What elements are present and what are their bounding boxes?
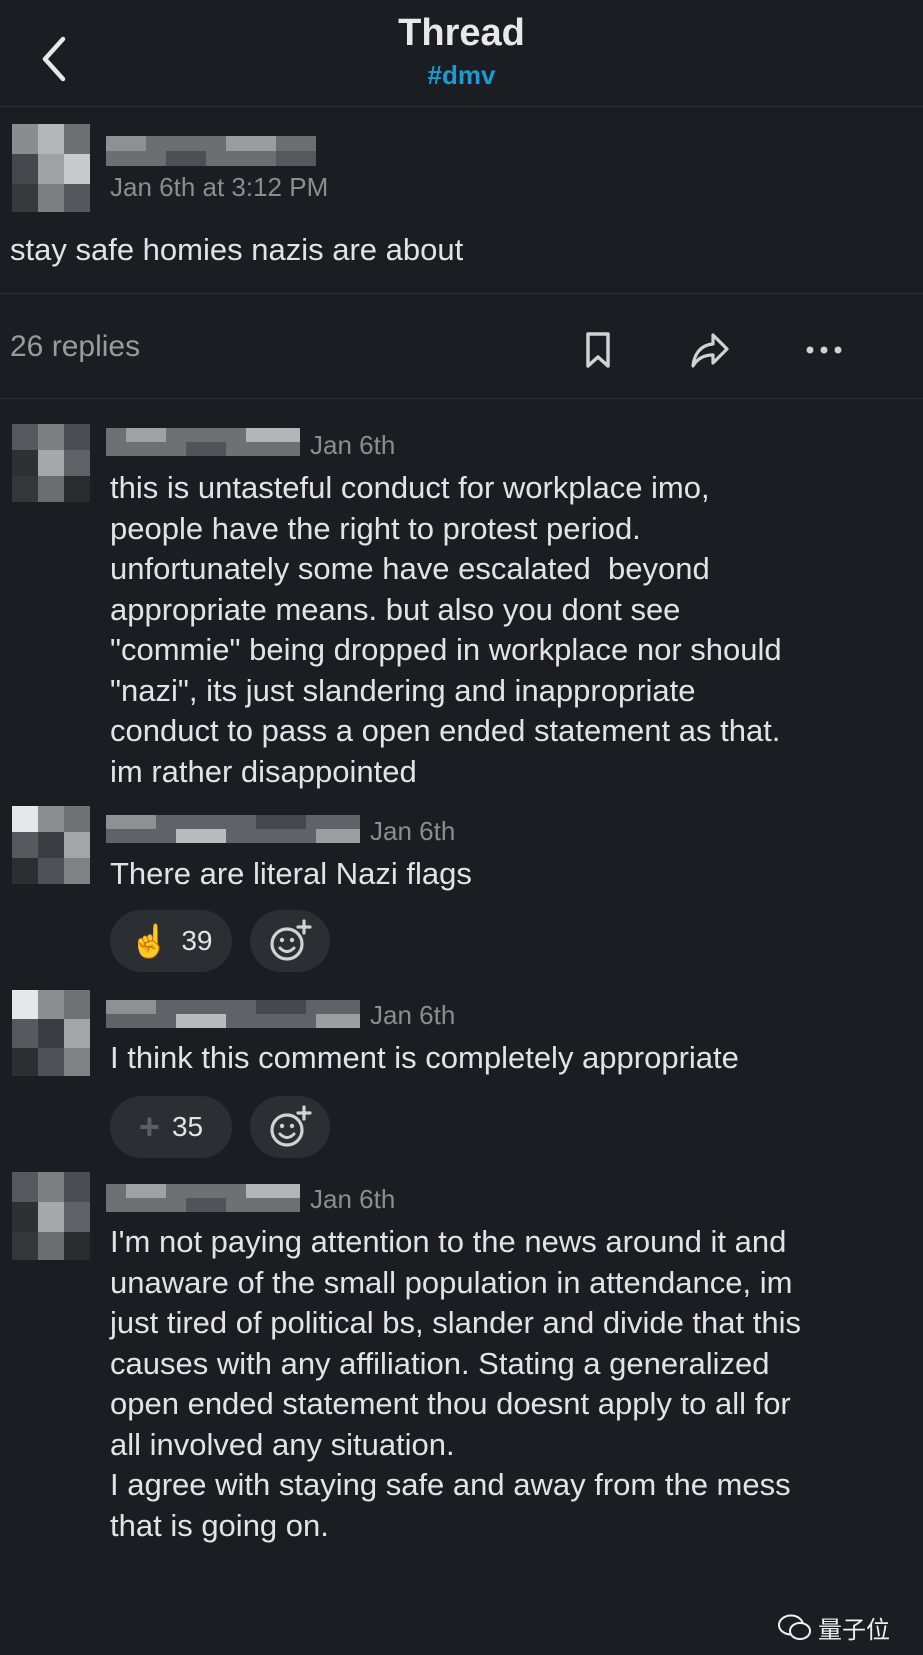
message-text: I'm not paying attention to the news aro… bbox=[110, 1224, 801, 1543]
message-text: I think this comment is completely appro… bbox=[110, 1040, 739, 1075]
share-icon bbox=[691, 333, 729, 368]
add-reaction-icon bbox=[270, 1105, 312, 1147]
avatar[interactable] bbox=[12, 990, 90, 1076]
message-date: Jan 6th bbox=[310, 430, 396, 460]
username[interactable] bbox=[106, 815, 360, 843]
replies-count: 26 replies bbox=[10, 330, 141, 363]
channel-name[interactable]: #dmv bbox=[0, 60, 923, 91]
username[interactable] bbox=[106, 428, 300, 456]
divider bbox=[0, 293, 923, 294]
reaction-pill[interactable]: + 35 bbox=[110, 1096, 232, 1158]
username[interactable] bbox=[106, 1184, 300, 1212]
message-text: stay safe homies nazis are about bbox=[10, 232, 464, 267]
pointing-up-icon: ☝ bbox=[129, 923, 170, 959]
bookmark-icon bbox=[586, 332, 610, 368]
avatar[interactable] bbox=[12, 806, 90, 884]
more-icon bbox=[806, 346, 842, 354]
page-title: Thread bbox=[398, 12, 525, 54]
message-date: Jan 6th bbox=[370, 816, 456, 846]
username[interactable] bbox=[106, 136, 316, 166]
reaction-count: 39 bbox=[181, 925, 213, 956]
divider bbox=[0, 398, 923, 399]
username[interactable] bbox=[106, 1000, 360, 1028]
message-date: Jan 6th bbox=[370, 1000, 456, 1030]
add-reaction-button[interactable] bbox=[250, 1096, 330, 1158]
avatar[interactable] bbox=[12, 424, 90, 502]
avatar[interactable] bbox=[12, 1172, 90, 1260]
watermark-text: 量子位 bbox=[818, 1616, 890, 1644]
more-button[interactable] bbox=[800, 326, 848, 374]
add-reaction-button[interactable] bbox=[250, 910, 330, 972]
watermark: 量子位 bbox=[778, 1610, 890, 1645]
message-date: Jan 6th bbox=[310, 1184, 396, 1214]
avatar[interactable] bbox=[12, 124, 90, 212]
message-text: this is untasteful conduct for workplace… bbox=[110, 470, 782, 789]
wechat-icon bbox=[778, 1614, 811, 1640]
share-button[interactable] bbox=[686, 326, 734, 374]
save-button[interactable] bbox=[574, 326, 622, 374]
plus-emoji-icon: + bbox=[138, 1106, 160, 1147]
message-timestamp: Jan 6th at 3:12 PM bbox=[110, 172, 329, 202]
reaction-pill[interactable]: ☝ 39 bbox=[110, 910, 232, 972]
message-text: There are literal Nazi flags bbox=[110, 856, 472, 891]
reaction-count: 35 bbox=[171, 1111, 204, 1142]
thread-header: Thread #dmv bbox=[0, 0, 923, 107]
add-reaction-icon bbox=[270, 919, 312, 961]
